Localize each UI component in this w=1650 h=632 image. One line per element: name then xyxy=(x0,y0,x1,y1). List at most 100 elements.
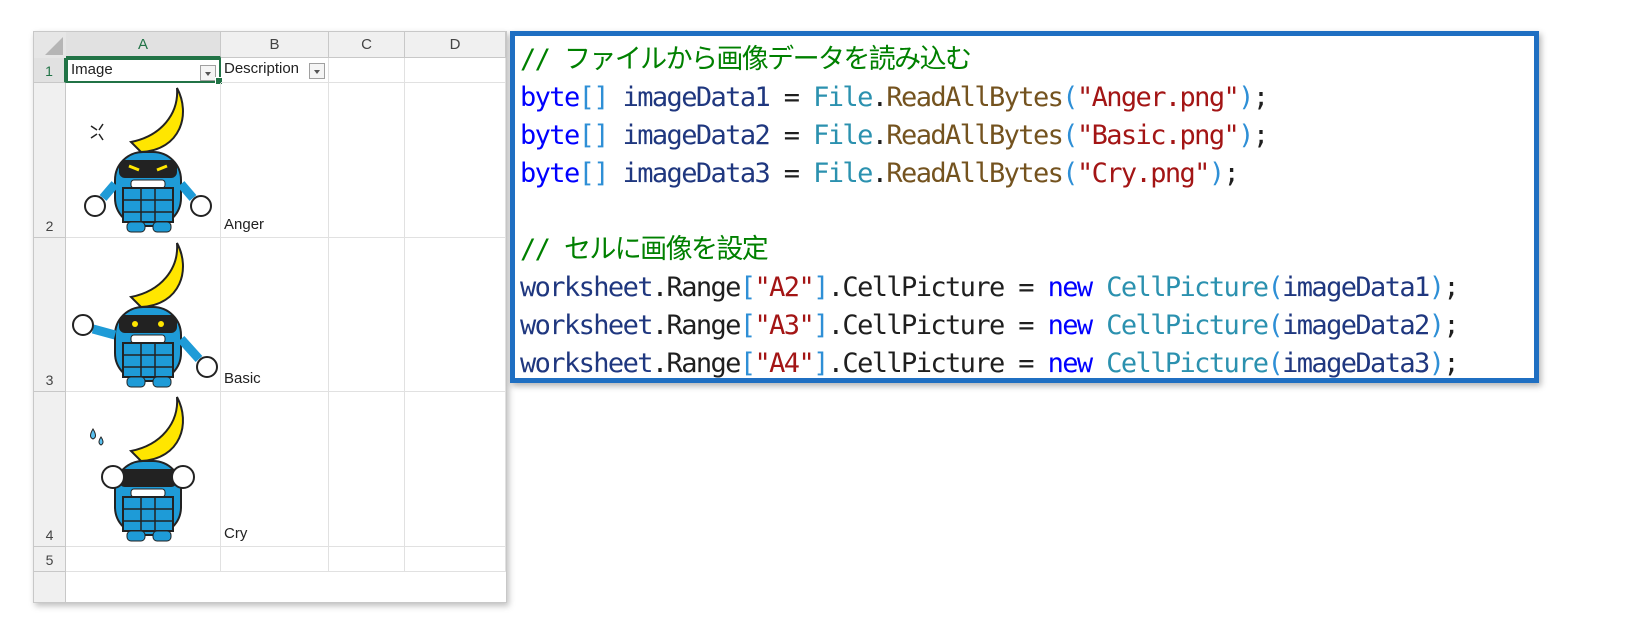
code-line-set-3: worksheet.Range["A4"].CellPicture = new … xyxy=(520,345,1534,383)
row-header-2[interactable]: 2 xyxy=(34,83,66,238)
column-header-b[interactable]: B xyxy=(221,32,329,58)
close-paren: ) xyxy=(1428,272,1445,303)
cell-b1[interactable]: Description xyxy=(221,58,329,83)
assign-operator: = xyxy=(769,120,814,151)
description-basic: Basic xyxy=(224,370,261,387)
mascot-cry-picture[interactable] xyxy=(69,393,219,545)
row-header-5[interactable]: 5 xyxy=(34,547,66,572)
argument-name: imageData2 xyxy=(1282,310,1430,341)
class-name: CellPicture xyxy=(1091,348,1269,379)
variable-name: imageData1 xyxy=(622,82,771,113)
string-literal: "A3" xyxy=(754,310,815,341)
string-literal: "A4" xyxy=(754,348,815,379)
row-number: 1 xyxy=(45,63,53,79)
cell-d1[interactable] xyxy=(405,58,506,83)
class-name: File xyxy=(813,120,873,151)
object-name: worksheet xyxy=(520,348,654,379)
close-paren: ) xyxy=(1428,348,1445,379)
string-literal: "Cry.png" xyxy=(1076,158,1211,189)
property-cellpicture: .CellPicture = xyxy=(827,348,1048,379)
row-header-3[interactable]: 3 xyxy=(34,238,66,392)
semicolon: ; xyxy=(1443,348,1459,379)
code-line-read-1: byte[] imageData1 = File.ReadAllBytes("A… xyxy=(520,79,1534,117)
row-header-4[interactable]: 4 xyxy=(34,392,66,547)
cell-b4[interactable]: Cry xyxy=(221,392,329,547)
new-keyword: new xyxy=(1047,272,1094,303)
code-line-read-3: byte[] imageData3 = File.ReadAllBytes("C… xyxy=(520,155,1534,193)
row-number: 3 xyxy=(45,372,54,388)
semicolon: ; xyxy=(1252,82,1269,113)
cell-d2[interactable] xyxy=(405,83,506,238)
close-bracket: ] xyxy=(813,310,829,341)
argument-name: imageData3 xyxy=(1282,348,1430,379)
class-name: File xyxy=(813,158,873,189)
open-bracket: [ xyxy=(739,348,756,379)
cell-c2[interactable] xyxy=(329,83,405,238)
open-paren: ( xyxy=(1267,348,1283,379)
row-header-empty xyxy=(34,572,66,602)
semicolon: ; xyxy=(1223,158,1240,189)
code-panel: // ファイルから画像データを読み込む byte[] imageData1 = … xyxy=(510,31,1539,383)
assign-operator: = xyxy=(769,158,814,189)
cell-a1[interactable]: Image xyxy=(66,58,223,85)
dot: . xyxy=(871,120,888,151)
select-all-corner[interactable] xyxy=(34,32,67,59)
open-paren: ( xyxy=(1062,158,1078,189)
mascot-anger-picture[interactable] xyxy=(69,84,219,236)
open-bracket: [ xyxy=(739,310,756,341)
string-literal: "Basic.png" xyxy=(1076,120,1240,151)
cell-c5[interactable] xyxy=(329,547,405,572)
assign-operator: = xyxy=(769,82,814,113)
close-paren: ) xyxy=(1238,120,1254,151)
close-paren: ) xyxy=(1428,310,1445,341)
cell-b3[interactable]: Basic xyxy=(221,238,329,392)
row-number: 4 xyxy=(45,527,54,543)
variable-name: imageData2 xyxy=(622,120,771,151)
property-range: .Range xyxy=(651,348,742,379)
open-paren: ( xyxy=(1062,120,1078,151)
type-keyword: byte xyxy=(520,158,580,189)
array-brackets: [] xyxy=(578,120,610,151)
column-header-a[interactable]: A xyxy=(66,32,221,58)
new-keyword: new xyxy=(1047,310,1094,341)
row-header-1[interactable]: 1 xyxy=(34,58,66,83)
cell-d3[interactable] xyxy=(405,238,506,392)
property-cellpicture: .CellPicture = xyxy=(827,272,1048,303)
cell-c3[interactable] xyxy=(329,238,405,392)
close-paren: ) xyxy=(1238,82,1254,113)
column-header-d[interactable]: D xyxy=(405,32,506,58)
header-description-label: Description xyxy=(224,60,300,77)
filter-dropdown-icon[interactable] xyxy=(309,63,325,79)
mascot-basic-picture[interactable] xyxy=(69,239,219,391)
method-name: ReadAllBytes xyxy=(886,82,1063,113)
type-keyword: byte xyxy=(520,120,580,151)
header-image-label: Image xyxy=(71,61,113,78)
cell-a5[interactable] xyxy=(66,547,221,572)
cell-c1[interactable] xyxy=(329,58,405,83)
filter-dropdown-icon[interactable] xyxy=(200,65,216,81)
argument-name: imageData1 xyxy=(1282,272,1430,303)
code-comment-set: // セルに画像を設定 xyxy=(520,234,769,265)
dot: . xyxy=(871,158,888,189)
method-name: ReadAllBytes xyxy=(886,120,1063,151)
description-cry: Cry xyxy=(224,525,248,542)
description-anger: Anger xyxy=(224,216,265,233)
cell-d4[interactable] xyxy=(405,392,506,547)
open-paren: ( xyxy=(1267,272,1283,303)
cell-c4[interactable] xyxy=(329,392,405,547)
column-header-c[interactable]: C xyxy=(329,32,405,58)
row-number: 5 xyxy=(45,552,54,568)
object-name: worksheet xyxy=(520,272,654,303)
cell-b5[interactable] xyxy=(221,547,329,572)
code-line-read-2: byte[] imageData2 = File.ReadAllBytes("B… xyxy=(520,117,1534,155)
code-line-set-1: worksheet.Range["A2"].CellPicture = new … xyxy=(520,269,1534,307)
array-brackets: [] xyxy=(578,158,610,189)
code-comment-read: // ファイルから画像データを読み込む xyxy=(520,44,972,75)
string-literal: "Anger.png" xyxy=(1076,82,1240,113)
cell-b2[interactable]: Anger xyxy=(221,83,329,238)
property-cellpicture: .CellPicture = xyxy=(827,310,1048,341)
object-name: worksheet xyxy=(520,310,654,341)
cell-d5[interactable] xyxy=(405,547,506,572)
open-paren: ( xyxy=(1062,82,1078,113)
